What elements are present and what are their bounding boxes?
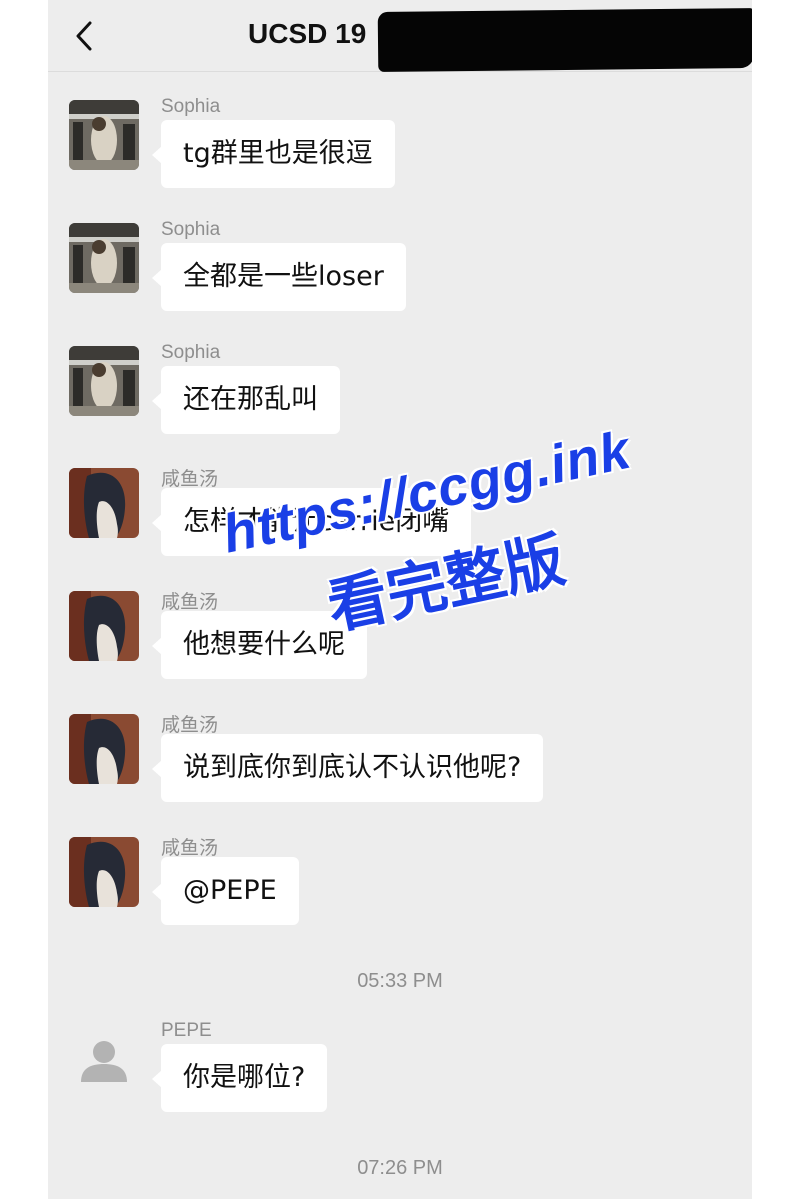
xianyutang-avatar-photo xyxy=(69,837,139,907)
default-user-icon xyxy=(81,1041,127,1082)
sender-name: 咸鱼汤 xyxy=(161,838,219,859)
avatar[interactable] xyxy=(69,468,139,538)
avatar[interactable] xyxy=(69,1024,139,1094)
message-bubble[interactable]: tg群里也是很逗 xyxy=(152,120,395,188)
chevron-left-icon[interactable] xyxy=(70,18,100,54)
chat-header: UCSD 19 xyxy=(48,0,752,72)
avatar[interactable] xyxy=(69,591,139,661)
xianyutang-avatar-photo xyxy=(69,591,139,661)
chat-screen: UCSD 19 Sophia tg群里也是很逗 Sophia 全都是一些lose… xyxy=(48,0,752,1199)
timestamp: 07:26 PM xyxy=(357,1157,443,1179)
sophia-avatar-photo xyxy=(69,346,139,416)
avatar[interactable] xyxy=(69,223,139,293)
message-bubble[interactable]: 全都是一些loser xyxy=(152,243,406,311)
sophia-avatar-photo xyxy=(69,223,139,293)
message-bubble[interactable]: 怎样才能让carrie闭嘴 xyxy=(151,488,472,556)
sender-name: Sophia xyxy=(161,96,221,117)
message-bubble[interactable]: 你是哪位? xyxy=(151,1044,328,1112)
avatar[interactable] xyxy=(69,714,139,784)
sender-name: Sophia xyxy=(161,219,221,240)
avatar[interactable] xyxy=(69,346,139,416)
message-bubble[interactable]: 说到底你到底认不认识他呢? xyxy=(151,734,544,802)
redaction-mark xyxy=(377,8,752,72)
chat-title: UCSD 19 xyxy=(248,18,367,49)
sender-name: PEPE xyxy=(161,1020,212,1041)
message-bubble[interactable]: @PEPE xyxy=(152,857,299,925)
xianyutang-avatar-photo xyxy=(69,714,139,784)
sender-name: 咸鱼汤 xyxy=(161,469,219,490)
sender-name: 咸鱼汤 xyxy=(161,715,219,736)
sophia-avatar-photo xyxy=(69,100,139,170)
xianyutang-avatar-photo xyxy=(69,468,139,538)
sender-name: 咸鱼汤 xyxy=(161,592,219,613)
message-bubble[interactable]: 还在那乱叫 xyxy=(152,366,340,434)
avatar[interactable] xyxy=(69,100,139,170)
timestamp: 05:33 PM xyxy=(357,970,443,992)
message-bubble[interactable]: 他想要什么呢 xyxy=(152,611,367,679)
sender-name: Sophia xyxy=(161,342,221,363)
avatar[interactable] xyxy=(69,837,139,907)
